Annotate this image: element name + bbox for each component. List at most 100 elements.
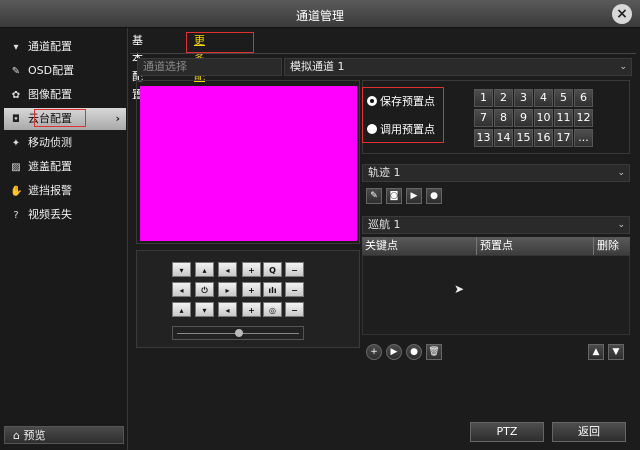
sidebar-item-label: 视频丢失 xyxy=(28,208,72,221)
preview-button[interactable]: ⌂ 预览 xyxy=(4,426,124,444)
preset-number-button[interactable]: 4 xyxy=(534,89,553,107)
sidebar-item-channel-config[interactable]: ▾ 通道配置 xyxy=(4,36,126,58)
sidebar-item-motion-detect[interactable]: ✦ 移动侦测 xyxy=(4,132,126,154)
title-bar: 通道管理 × xyxy=(0,0,640,28)
preset-number-button[interactable]: 1 xyxy=(474,89,493,107)
highlight-box-preset xyxy=(362,87,444,143)
ptz-up-right-button[interactable]: ◂ xyxy=(218,262,237,277)
zoom-icon: Q xyxy=(263,262,282,277)
column-header-delete: 删除 xyxy=(597,239,619,252)
chevron-down-icon: ⌄ xyxy=(619,62,627,72)
add-icon[interactable]: + xyxy=(366,344,382,360)
image-icon: ✿ xyxy=(11,90,21,101)
highlight-box-ptz xyxy=(34,109,86,127)
trash-icon[interactable]: 🗑 xyxy=(426,344,442,360)
ptz-down-right-button[interactable]: ◂ xyxy=(218,302,237,317)
close-button[interactable]: × xyxy=(612,4,632,24)
iris-icon: ◎ xyxy=(263,302,282,317)
preset-number-button[interactable]: 9 xyxy=(514,109,533,127)
column-header-keypoint: 关键点 xyxy=(362,237,477,255)
preset-number-button[interactable]: 16 xyxy=(534,129,553,147)
ptz-left-button[interactable]: ◂ xyxy=(172,282,191,297)
sidebar: ▾ 通道配置 ✎ OSD配置 ✿ 图像配置 ◘ 云台配置 › ✦ 移动侦测 ▨ 遮盖配置 ✋ 遮… xyxy=(0,28,128,450)
preset-number-button[interactable]: 8 xyxy=(494,109,513,127)
track-select-value: 轨迹 1 xyxy=(368,166,401,179)
iris-open-button[interactable]: + xyxy=(242,302,261,317)
ptz-button[interactable]: PTZ xyxy=(470,422,544,442)
sidebar-item-video-loss[interactable]: ? 视频丢失 xyxy=(4,204,126,226)
back-button[interactable]: 返回 xyxy=(552,422,626,442)
play-icon[interactable]: ▶ xyxy=(386,344,402,360)
save-icon[interactable]: ◙ xyxy=(386,188,402,204)
ptz-up-button[interactable]: ▴ xyxy=(195,262,214,277)
channel-select[interactable]: 模拟通道 1 ⌄ xyxy=(284,58,632,76)
cruise-table-header: 关键点 预置点 删除 xyxy=(362,237,630,255)
chevron-right-icon: › xyxy=(115,112,120,125)
preset-number-button[interactable]: 13 xyxy=(474,129,493,147)
sidebar-item-label: 遮盖配置 xyxy=(28,160,72,173)
preset-number-button[interactable]: 17 xyxy=(554,129,573,147)
highlight-box-more-tab xyxy=(186,32,254,53)
preset-number-button[interactable]: 7 xyxy=(474,109,493,127)
ptz-speed-slider[interactable] xyxy=(172,326,304,340)
stop-icon[interactable]: ● xyxy=(426,188,442,204)
play-icon[interactable]: ▶ xyxy=(406,188,422,204)
move-down-icon[interactable]: ▼ xyxy=(608,344,624,360)
cruise-select-value: 巡航 1 xyxy=(368,218,401,231)
ptz-down-left-button[interactable]: ▾ xyxy=(172,262,191,277)
ptz-down-left-2-button[interactable]: ▴ xyxy=(172,302,191,317)
ptz-auto-button[interactable]: ⏻ xyxy=(195,282,214,297)
tab-basic-config[interactable]: 基本配置 xyxy=(132,32,143,101)
motion-icon: ✦ xyxy=(11,138,21,149)
column-header-preset: 预置点 xyxy=(477,237,594,255)
alarm-hand-icon: ✋ xyxy=(10,186,23,197)
sidebar-item-label: 通道配置 xyxy=(28,40,72,53)
camera-icon: ▾ xyxy=(13,42,19,53)
track-select[interactable]: 轨迹 1 ⌄ xyxy=(362,164,630,182)
cruise-table-body[interactable] xyxy=(362,255,630,335)
sidebar-item-label: 遮挡报警 xyxy=(28,184,72,197)
video-preview[interactable] xyxy=(140,86,357,241)
focus-out-button[interactable]: − xyxy=(285,282,304,297)
stop-icon[interactable]: ● xyxy=(406,344,422,360)
preview-label: 预览 xyxy=(23,429,46,442)
ptz-right-button[interactable]: ▸ xyxy=(218,282,237,297)
focus-in-button[interactable]: + xyxy=(242,282,261,297)
tab-divider xyxy=(130,53,636,54)
preset-number-button[interactable]: 15 xyxy=(514,129,533,147)
cruise-select[interactable]: 巡航 1 ⌄ xyxy=(362,216,630,234)
sidebar-item-label: 图像配置 xyxy=(28,88,72,101)
move-up-icon[interactable]: ▲ xyxy=(588,344,604,360)
preset-number-button[interactable]: 2 xyxy=(494,89,513,107)
focus-icon: ılı xyxy=(263,282,282,297)
preset-number-button[interactable]: 12 xyxy=(574,109,593,127)
edit-icon[interactable]: ✎ xyxy=(366,188,382,204)
sidebar-item-mask-config[interactable]: ▨ 遮盖配置 xyxy=(4,156,126,178)
home-icon: ⌂ xyxy=(13,429,20,442)
preset-number-button[interactable]: 14 xyxy=(494,129,513,147)
slider-handle[interactable] xyxy=(235,329,243,337)
sidebar-item-label: 移动侦测 xyxy=(28,136,72,149)
video-loss-icon: ? xyxy=(13,210,19,221)
ptz-icon: ◘ xyxy=(12,114,20,125)
sidebar-item-image-config[interactable]: ✿ 图像配置 xyxy=(4,84,126,106)
window-title: 通道管理 xyxy=(295,9,344,23)
chevron-down-icon: ⌄ xyxy=(617,220,625,230)
preset-more-button[interactable]: ... xyxy=(574,129,593,147)
preset-number-button[interactable]: 5 xyxy=(554,89,573,107)
channel-select-label: 通道选择 xyxy=(137,58,282,76)
preset-number-button[interactable]: 3 xyxy=(514,89,533,107)
chevron-down-icon: ⌄ xyxy=(617,168,625,178)
sidebar-item-osd-config[interactable]: ✎ OSD配置 xyxy=(4,60,126,82)
iris-close-button[interactable]: − xyxy=(285,302,304,317)
sidebar-item-tamper-alarm[interactable]: ✋ 遮挡报警 xyxy=(4,180,126,202)
channel-select-value: 模拟通道 1 xyxy=(290,60,345,73)
ptz-down-button[interactable]: ▾ xyxy=(195,302,214,317)
preset-number-button[interactable]: 11 xyxy=(554,109,573,127)
preset-number-button[interactable]: 10 xyxy=(534,109,553,127)
preset-number-button[interactable]: 6 xyxy=(574,89,593,107)
zoom-in-button[interactable]: + xyxy=(242,262,261,277)
osd-icon: ✎ xyxy=(11,66,21,77)
zoom-out-button[interactable]: − xyxy=(285,262,304,277)
mask-icon: ▨ xyxy=(11,162,21,173)
